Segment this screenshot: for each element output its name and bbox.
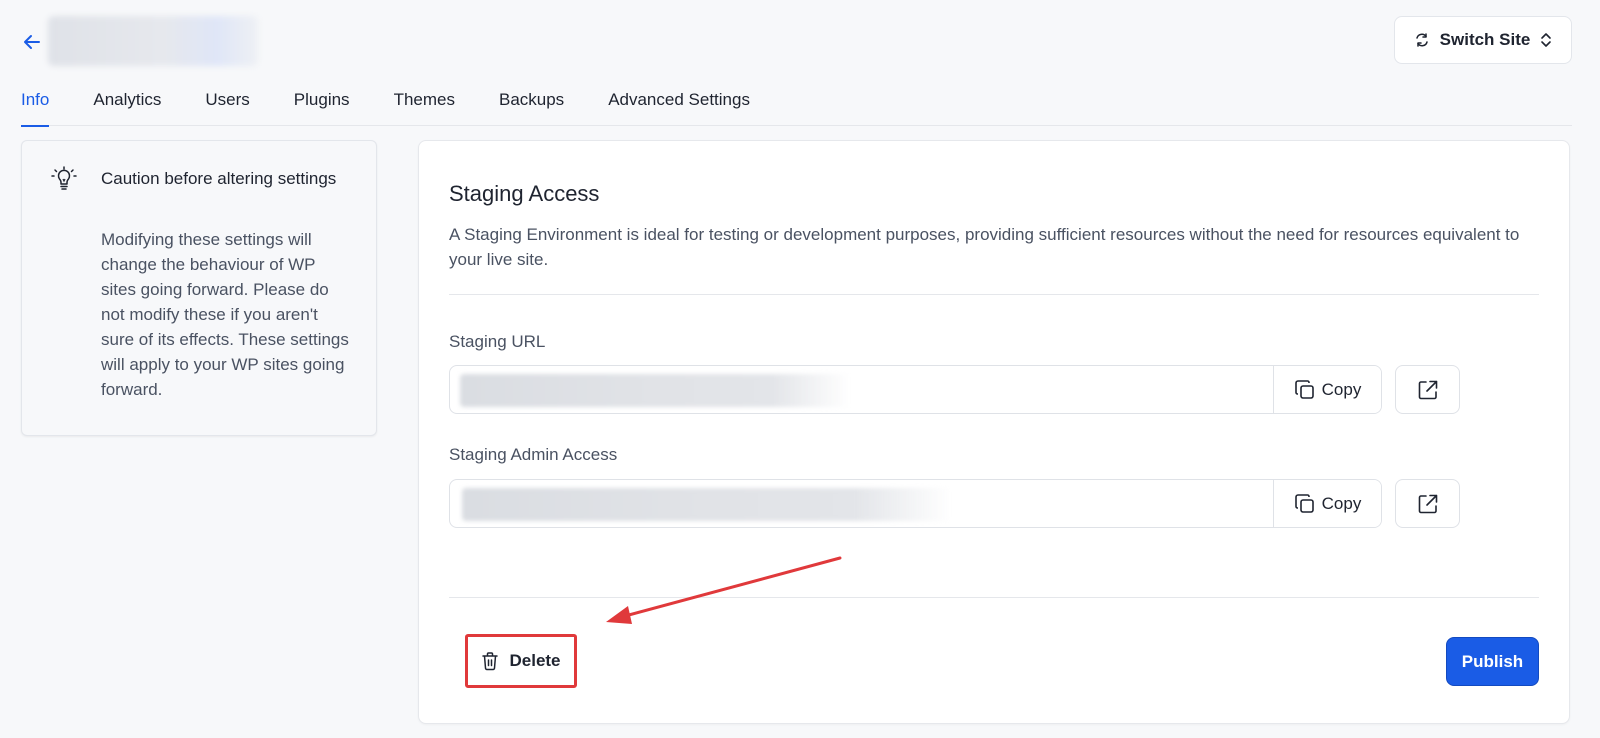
tab-users[interactable]: Users <box>205 74 249 126</box>
staging-access-card: Staging Access A Staging Environment is … <box>418 140 1570 724</box>
copy-icon <box>1294 379 1314 399</box>
copy-staging-url-button[interactable]: Copy <box>1273 366 1381 413</box>
staging-admin-field[interactable]: Copy <box>449 479 1382 528</box>
tab-themes[interactable]: Themes <box>394 74 455 126</box>
staging-url-value-redacted <box>450 366 1273 413</box>
lightbulb-icon <box>51 166 77 190</box>
tab-bar: Info Analytics Users Plugins Themes Back… <box>21 74 1572 127</box>
arrow-left-icon <box>24 35 40 49</box>
site-name-redacted <box>48 16 258 66</box>
tab-analytics[interactable]: Analytics <box>93 74 161 126</box>
back-button[interactable] <box>20 30 44 54</box>
copy-staging-admin-button[interactable]: Copy <box>1273 480 1381 527</box>
delete-label: Delete <box>509 651 561 670</box>
open-staging-admin-button[interactable] <box>1395 479 1460 528</box>
tab-plugins[interactable]: Plugins <box>294 74 350 126</box>
copy-label: Copy <box>1321 379 1362 399</box>
staging-url-label: Staging URL <box>449 332 546 351</box>
open-staging-url-button[interactable] <box>1395 365 1460 414</box>
footer-divider <box>449 597 1539 598</box>
switch-site-label: Switch Site <box>1439 30 1531 49</box>
tab-info[interactable]: Info <box>21 74 50 127</box>
external-link-icon <box>1418 494 1437 513</box>
chevron-up-down-icon <box>1541 33 1552 47</box>
tab-backups[interactable]: Backups <box>499 74 564 126</box>
trash-icon <box>482 652 499 671</box>
delete-button[interactable]: Delete <box>465 634 577 688</box>
publish-button[interactable]: Publish <box>1446 637 1539 686</box>
copy-label: Copy <box>1321 493 1362 513</box>
staging-admin-label: Staging Admin Access <box>449 445 618 464</box>
copy-icon <box>1294 493 1314 513</box>
divider <box>449 294 1539 295</box>
switch-site-button[interactable]: Switch Site <box>1394 16 1572 64</box>
card-description: A Staging Environment is ideal for testi… <box>449 225 1520 269</box>
staging-admin-value-redacted <box>450 480 1273 527</box>
external-link-icon <box>1418 380 1437 399</box>
site-settings-page: Switch Site Info Analytics Users Plugins… <box>0 0 1600 738</box>
caution-title: Caution before altering settings <box>101 169 337 188</box>
card-title: Staging Access <box>449 181 600 206</box>
staging-url-field[interactable]: Copy <box>449 365 1382 414</box>
refresh-icon <box>1415 33 1428 47</box>
caution-body: Modifying these settings will change the… <box>101 230 349 399</box>
tab-advanced-settings[interactable]: Advanced Settings <box>608 74 750 126</box>
caution-card: Caution before altering settings Modifyi… <box>21 140 377 436</box>
